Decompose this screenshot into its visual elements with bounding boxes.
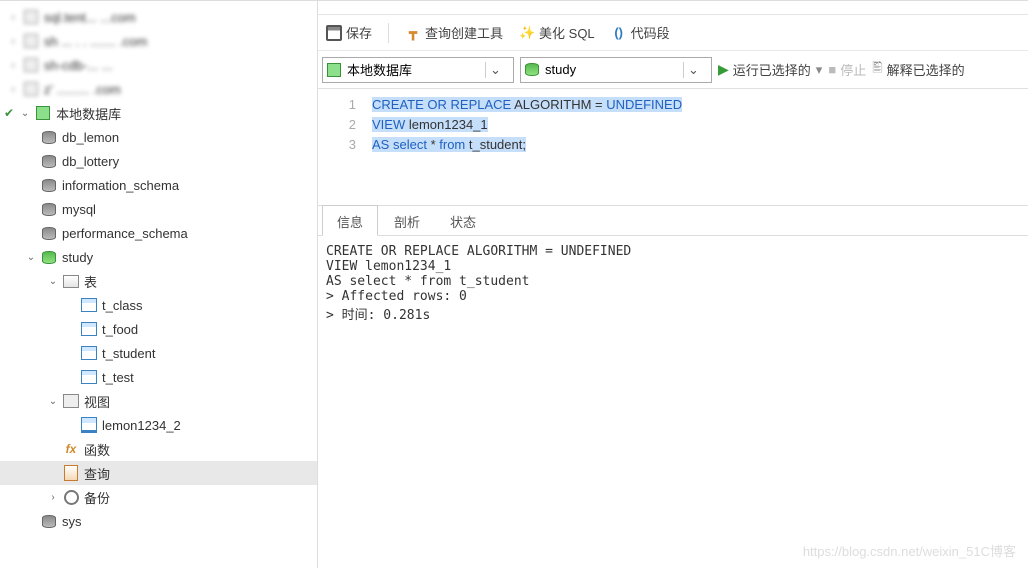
explain-button[interactable]: 🖺解释已选择的 (872, 59, 964, 81)
editor-tabs[interactable] (318, 1, 1028, 15)
connection-combo[interactable]: ⌄ (322, 57, 514, 83)
views-node[interactable]: ⌄视图 (0, 389, 317, 413)
magic-icon: ✨ (519, 25, 535, 41)
table-item[interactable]: t_student (0, 341, 317, 365)
function-icon: fx (62, 440, 80, 458)
queries-node[interactable]: 查询 (0, 461, 317, 485)
stop-button: ■停止 (828, 60, 866, 79)
check-icon: ✔ (4, 106, 14, 120)
database-icon (40, 152, 58, 170)
result-output: CREATE OR REPLACE ALGORITHM = UNDEFINED … (318, 236, 1028, 331)
result-tabs: 信息 剖析 状态 (318, 206, 1028, 236)
beautify-sql-button[interactable]: ✨美化 SQL (519, 23, 595, 42)
connection-tree[interactable]: ›sql.tent... ...com ›sh ... . . ....... … (0, 1, 318, 568)
chevron-down-icon[interactable]: ⌄ (683, 62, 703, 78)
connection-bar: ⌄ ⌄ ▶运行已选择的▾ ■停止 🖺解释已选择的 (318, 51, 1028, 89)
query-toolbar: 保存 ┳查询创建工具 ✨美化 SQL ()代码段 (318, 15, 1028, 51)
table-item[interactable]: t_class (0, 293, 317, 317)
query-builder-button[interactable]: ┳查询创建工具 (405, 23, 503, 42)
code-area[interactable]: CREATE OR REPLACE ALGORITHM = UNDEFINEDV… (368, 89, 682, 205)
backup-node[interactable]: ›备份 (0, 485, 317, 509)
functions-node[interactable]: fx函数 (0, 437, 317, 461)
table-icon (80, 368, 98, 386)
run-selected-button[interactable]: ▶运行已选择的▾ (718, 60, 822, 79)
play-icon: ▶ (718, 61, 729, 78)
tables-node[interactable]: ⌄表 (0, 269, 317, 293)
snippet-icon: () (611, 25, 627, 41)
connection-item[interactable]: ›sh-cdb-... ... (0, 53, 317, 77)
connection-icon (22, 80, 40, 98)
explain-icon: 🖺 (872, 59, 882, 81)
database-item[interactable]: db_lottery (0, 149, 317, 173)
connection-local[interactable]: ✔⌄本地数据库 (0, 101, 317, 125)
connection-item[interactable]: ›sql.tent... ...com (0, 5, 317, 29)
table-icon (80, 344, 98, 362)
save-button[interactable]: 保存 (326, 23, 372, 42)
sql-editor[interactable]: 123 CREATE OR REPLACE ALGORITHM = UNDEFI… (318, 89, 1028, 205)
plan-icon: ┳ (405, 25, 421, 41)
views-icon (62, 392, 80, 410)
database-icon (521, 63, 543, 76)
database-study[interactable]: ⌄study (0, 245, 317, 269)
connection-input[interactable] (345, 58, 485, 82)
connection-icon (323, 63, 345, 77)
connection-icon (34, 104, 52, 122)
table-item[interactable]: t_test (0, 365, 317, 389)
view-icon (80, 416, 98, 434)
tables-icon (62, 272, 80, 290)
query-icon (62, 464, 80, 482)
chevron-down-icon[interactable]: ▾ (816, 62, 823, 78)
snippet-button[interactable]: ()代码段 (611, 23, 670, 42)
watermark-text: https://blog.csdn.net/weixin_51C博客 (803, 541, 1016, 560)
database-icon (40, 128, 58, 146)
connection-icon (22, 8, 40, 26)
connection-item[interactable]: ›z' ......... .com (0, 77, 317, 101)
database-icon (40, 200, 58, 218)
main-panel: 保存 ┳查询创建工具 ✨美化 SQL ()代码段 ⌄ ⌄ ▶运行已选择的▾ ■停… (318, 1, 1028, 568)
line-gutter: 123 (318, 89, 368, 205)
tab-profile[interactable]: 剖析 (380, 206, 434, 235)
chevron-down-icon[interactable]: ⌄ (485, 62, 505, 78)
result-panel: 信息 剖析 状态 CREATE OR REPLACE ALGORITHM = U… (318, 205, 1028, 568)
table-icon (80, 296, 98, 314)
database-combo[interactable]: ⌄ (520, 57, 712, 83)
database-icon (40, 248, 58, 266)
connection-icon (22, 32, 40, 50)
table-item[interactable]: t_food (0, 317, 317, 341)
database-icon (40, 176, 58, 194)
save-icon (326, 25, 342, 41)
connection-icon (22, 56, 40, 74)
tab-info[interactable]: 信息 (322, 205, 378, 236)
database-item[interactable]: performance_schema (0, 221, 317, 245)
database-icon (40, 512, 58, 530)
database-sys[interactable]: sys (0, 509, 317, 533)
table-icon (80, 320, 98, 338)
database-item[interactable]: db_lemon (0, 125, 317, 149)
database-item[interactable]: mysql (0, 197, 317, 221)
database-item[interactable]: information_schema (0, 173, 317, 197)
database-input[interactable] (543, 58, 683, 82)
tab-status[interactable]: 状态 (436, 206, 490, 235)
connection-item[interactable]: ›sh ... . . ....... .com (0, 29, 317, 53)
view-item[interactable]: lemon1234_2 (0, 413, 317, 437)
divider (388, 23, 389, 43)
backup-icon (62, 488, 80, 506)
stop-icon: ■ (828, 62, 836, 77)
database-icon (40, 224, 58, 242)
